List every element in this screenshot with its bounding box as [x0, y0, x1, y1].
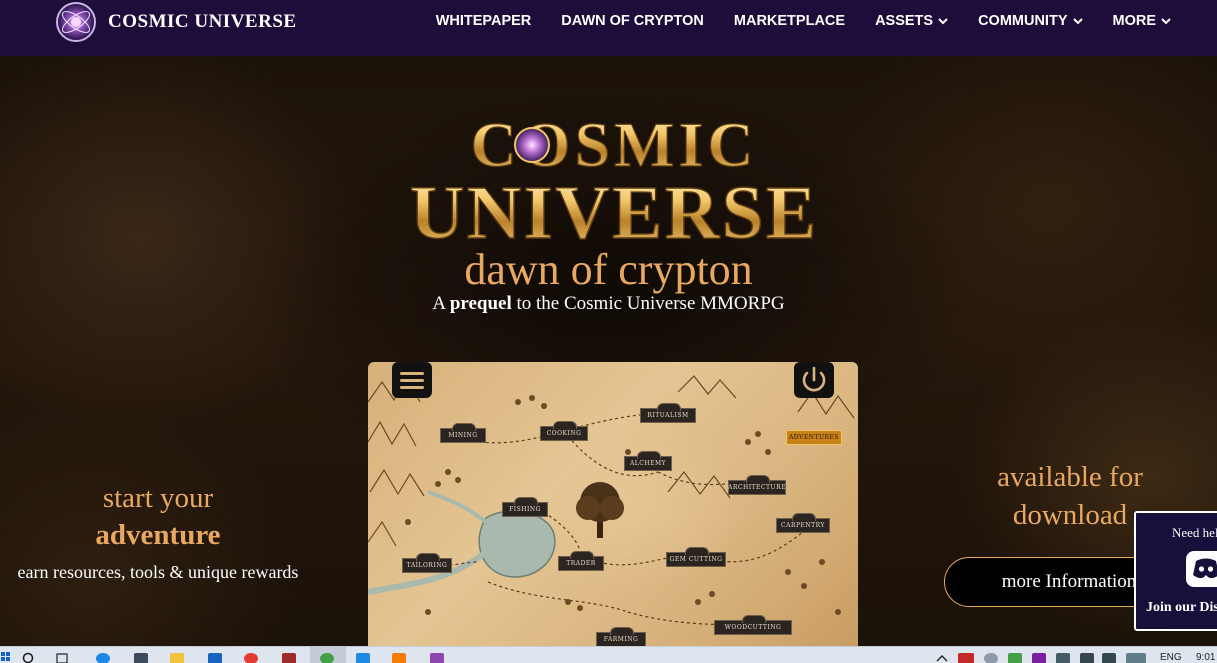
hamburger-icon — [400, 371, 424, 375]
map-label-architecture[interactable]: ARCHITECTURE — [728, 475, 786, 495]
store-icon[interactable] — [134, 653, 148, 663]
map-label-gem-cutting[interactable]: GEM CUTTING — [666, 547, 726, 567]
tray-monitor-icon[interactable] — [1056, 653, 1070, 663]
os-taskbar: ENG 9:01 — [0, 646, 1217, 663]
nav-links: WHITEPAPER DAWN OF CRYPTON MARKETPLACE A… — [436, 0, 1171, 42]
map-label-trader[interactable]: TRADER — [558, 551, 604, 571]
document-app-icon[interactable] — [282, 653, 296, 663]
vscode-icon[interactable] — [356, 653, 370, 663]
tray-network-icon[interactable] — [1080, 653, 1094, 663]
task-view-icon[interactable] — [56, 652, 72, 663]
start-line: start your — [102, 482, 214, 514]
tray-language[interactable]: ENG — [1160, 652, 1182, 663]
tray-clock[interactable]: 9:01 — [1196, 652, 1215, 663]
sublime-icon[interactable] — [392, 653, 406, 663]
top-navbar: COSMIC UNIVERSE WHITEPAPER DAWN OF CRYPT… — [0, 0, 1217, 56]
tray-cloud-icon[interactable] — [984, 653, 998, 663]
chevron-down-icon — [938, 18, 948, 25]
map-label-cooking[interactable]: COOKING — [540, 421, 588, 441]
tray-check-icon[interactable] — [1008, 653, 1022, 663]
nav-link-community[interactable]: COMMUNITY — [978, 13, 1083, 29]
map-power-button[interactable] — [794, 362, 834, 398]
brand-name[interactable]: COSMIC UNIVERSE — [108, 11, 297, 33]
map-great-tree — [576, 482, 624, 538]
map-menu-button[interactable] — [392, 362, 432, 398]
nav-link-label: MORE — [1112, 13, 1157, 29]
subtitle-bold: prequel — [449, 293, 512, 314]
discord-icon — [1186, 551, 1217, 587]
mail-icon[interactable] — [208, 653, 222, 663]
power-icon — [802, 366, 826, 392]
map-label-carpentry[interactable]: CARPENTRY — [776, 513, 830, 533]
discord-join-text: Join our Discord — [1146, 600, 1217, 615]
earn-line: earn resources, tools & unique rewards — [17, 562, 299, 582]
windows-start-icon[interactable] — [0, 651, 12, 663]
map-label-mining[interactable]: MINING — [440, 423, 486, 443]
available-line: available for — [997, 461, 1143, 493]
map-label-ritualism[interactable]: RITUALISM — [640, 403, 696, 423]
tray-app-icon[interactable] — [958, 653, 974, 663]
nav-link-marketplace[interactable]: MARKETPLACE — [734, 13, 845, 29]
nav-link-more[interactable]: MORE — [1113, 13, 1172, 29]
map-terrain — [368, 375, 855, 626]
discord-help-widget[interactable]: Need help? Join our Discord — [1134, 511, 1217, 631]
file-explorer-icon[interactable] — [170, 653, 184, 663]
tray-volume-icon[interactable] — [1102, 653, 1116, 663]
edge-browser-icon[interactable] — [96, 653, 110, 663]
map-label-fishing[interactable]: FISHING — [502, 497, 548, 517]
game-world-map[interactable]: MINING COOKING RITUALISM ADVENTURES ALCH… — [368, 362, 858, 646]
map-lake — [478, 510, 556, 578]
nav-link-label: DAWN OF CRYPTON — [561, 13, 704, 29]
logo-line-universe: UNIVERSE — [410, 171, 819, 246]
subtitle-suffix: to the Cosmic Universe MMORPG — [511, 293, 785, 314]
chevron-down-icon — [1072, 18, 1083, 25]
tray-up-chevron-icon[interactable] — [936, 653, 948, 663]
adventure-line: adventure — [95, 519, 221, 551]
chevron-down-icon — [1161, 18, 1171, 25]
nav-link-label: WHITEPAPER — [435, 13, 532, 29]
subtitle: A prequel to the Cosmic Universe MMORPG — [0, 293, 1217, 315]
map-label-tailoring[interactable]: TAILORING — [402, 553, 452, 573]
taskbar-search-icon[interactable] — [22, 652, 36, 663]
start-adventure-block: start your adventure earn resources, too… — [0, 480, 316, 583]
nav-link-label: ASSETS — [875, 13, 934, 29]
tagline: dawn of crypton — [464, 245, 753, 294]
nav-link-assets[interactable]: ASSETS — [875, 13, 948, 29]
nav-link-whitepaper[interactable]: WHITEPAPER — [436, 13, 532, 29]
tray-slack-icon[interactable] — [1032, 653, 1046, 663]
logo-orb-icon — [514, 127, 550, 163]
discord-need-help-text: Need help? — [1172, 525, 1217, 540]
map-label-farming[interactable]: FARMING — [596, 627, 646, 646]
hamburger-icon — [400, 378, 424, 382]
logo-line-cosmic: COSMIC — [470, 109, 757, 180]
map-label-woodcutting[interactable]: WOODCUTTING — [714, 615, 792, 635]
hamburger-icon — [400, 385, 424, 389]
chrome-icon[interactable] — [244, 653, 258, 663]
brand[interactable]: COSMIC UNIVERSE — [56, 2, 297, 42]
nav-link-label: MARKETPLACE — [733, 13, 846, 29]
chrome-active-icon[interactable] — [320, 653, 334, 663]
map-label-alchemy[interactable]: ALCHEMY — [624, 451, 672, 471]
nav-link-label: COMMUNITY — [978, 13, 1068, 29]
map-label-adventures[interactable]: ADVENTURES — [786, 430, 842, 445]
nav-link-dawn-of-crypton[interactable]: DAWN OF CRYPTON — [561, 13, 704, 29]
cosmic-orb-logo-icon — [56, 2, 96, 42]
subtitle-prefix: A — [432, 293, 450, 314]
game-title-logo: COSMIC UNIVERSE — [409, 108, 819, 246]
tray-keyboard-icon[interactable] — [1126, 653, 1146, 663]
colorful-app-icon[interactable] — [430, 653, 444, 663]
